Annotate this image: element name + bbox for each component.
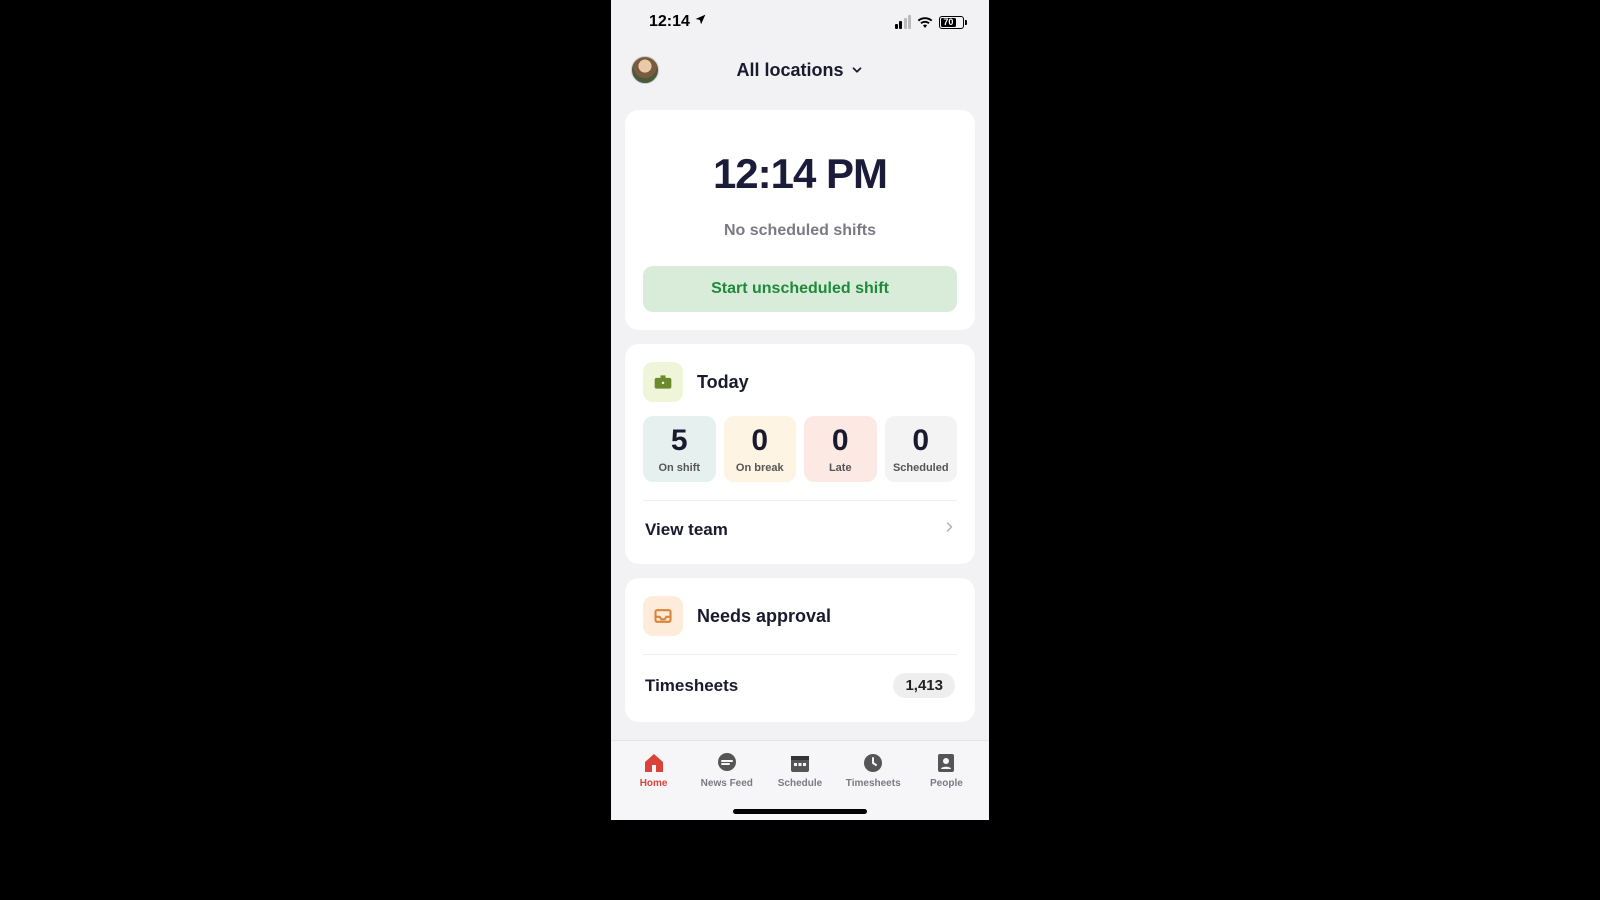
tab-label: People	[930, 778, 963, 789]
shift-status: No scheduled shifts	[643, 222, 957, 240]
today-title: Today	[697, 372, 749, 393]
home-indicator[interactable]	[733, 809, 867, 814]
home-icon	[642, 751, 666, 775]
today-stats-row: 5 On shift 0 On break 0 Late 0 Scheduled	[643, 416, 957, 482]
view-team-label: View team	[645, 520, 728, 540]
clock-card: 12:14 PM No scheduled shifts Start unsch…	[625, 110, 975, 330]
wifi-icon	[917, 16, 933, 28]
stat-value: 5	[647, 426, 712, 456]
chat-icon	[715, 751, 739, 775]
today-card: Today 5 On shift 0 On break 0 Late 0 Sch…	[625, 344, 975, 564]
stat-late[interactable]: 0 Late	[804, 416, 877, 482]
battery-icon: 70	[939, 16, 967, 29]
current-time: 12:14 PM	[643, 150, 957, 198]
bottom-tab-bar: Home News Feed Schedule Timesheets Peopl…	[611, 740, 989, 820]
cellular-signal-icon	[895, 15, 912, 29]
tab-label: Timesheets	[846, 778, 901, 789]
tab-label: Schedule	[778, 778, 822, 789]
ios-status-bar: 12:14 70	[611, 0, 989, 44]
approval-title: Needs approval	[697, 606, 831, 627]
location-services-icon	[694, 13, 707, 31]
stat-value: 0	[728, 426, 793, 456]
stat-label: On shift	[647, 462, 712, 474]
battery-percent: 70	[941, 18, 956, 27]
approval-header: Needs approval	[643, 596, 957, 636]
phone-screen: 12:14 70 All locations	[611, 0, 989, 820]
stat-label: Scheduled	[889, 462, 954, 474]
stat-on-break[interactable]: 0 On break	[724, 416, 797, 482]
stat-label: On break	[728, 462, 793, 474]
status-right-group: 70	[895, 15, 968, 29]
view-team-row[interactable]: View team	[643, 501, 957, 546]
timesheets-approval-row[interactable]: Timesheets 1,413	[643, 655, 957, 702]
tab-home[interactable]: Home	[617, 747, 690, 820]
stat-on-shift[interactable]: 5 On shift	[643, 416, 716, 482]
clock-icon	[861, 751, 885, 775]
stat-value: 0	[889, 426, 954, 456]
chevron-down-icon	[850, 63, 864, 77]
location-label: All locations	[736, 60, 843, 81]
location-selector[interactable]: All locations	[611, 60, 989, 81]
calendar-icon	[788, 751, 812, 775]
tab-label: News Feed	[701, 778, 753, 789]
approval-row-label: Timesheets	[645, 676, 738, 696]
person-card-icon	[934, 751, 958, 775]
content-scroll[interactable]: 12:14 PM No scheduled shifts Start unsch…	[611, 110, 989, 820]
approval-count-badge: 1,413	[893, 673, 955, 698]
avatar[interactable]	[631, 56, 659, 84]
needs-approval-card: Needs approval Timesheets 1,413	[625, 578, 975, 722]
stat-value: 0	[808, 426, 873, 456]
status-time-group: 12:14	[649, 13, 707, 31]
tab-people[interactable]: People	[910, 747, 983, 820]
start-unscheduled-shift-button[interactable]: Start unscheduled shift	[643, 266, 957, 312]
stat-scheduled[interactable]: 0 Scheduled	[885, 416, 958, 482]
app-header: All locations	[611, 44, 989, 96]
status-time: 12:14	[649, 13, 690, 31]
stat-label: Late	[808, 462, 873, 474]
briefcase-icon	[643, 362, 683, 402]
tab-label: Home	[640, 778, 668, 789]
chevron-right-icon	[943, 519, 955, 540]
inbox-icon	[643, 596, 683, 636]
today-header: Today	[643, 362, 957, 402]
